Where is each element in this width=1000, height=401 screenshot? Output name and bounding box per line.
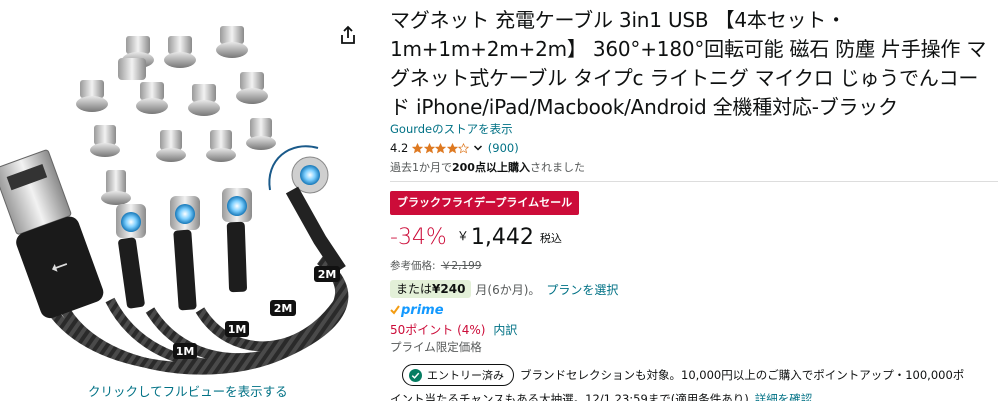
length-label-text: 1M — [228, 323, 247, 336]
installment-pill: または¥240 — [390, 280, 472, 298]
installment-prefix: または — [396, 282, 433, 296]
product-detail-pane: マグネット 充電ケーブル 3in1 USB 【4本セット・1m+1m+2m+2m… — [390, 0, 1000, 401]
rating-value: 4.2 — [390, 141, 409, 155]
installment-row: または¥240 月(6か月)。 プランを選択 — [390, 279, 618, 299]
promo-text-line1: ブランドセレクションも対象。10,000円以上のご購入でポイントアップ・100,… — [520, 368, 965, 382]
usb-a-plug: ⭠ — [0, 149, 104, 319]
share-button[interactable] — [336, 24, 360, 48]
prime-exclusive-price: プライム限定価格 — [390, 340, 482, 354]
entry-label: エントリー済み — [427, 369, 504, 382]
fullview-link[interactable]: クリックしてフルビューを表示する — [88, 381, 288, 400]
installment-term: 月(6か月)。 — [475, 282, 541, 297]
points-row: 50ポイント (4%) 内訳 — [390, 321, 517, 338]
length-label-text: 2M — [318, 268, 337, 281]
points-value: 50ポイント (4%) — [390, 323, 486, 337]
star-icon — [458, 142, 470, 153]
star-icon — [423, 142, 435, 153]
ref-label: 参考価格: — [390, 260, 436, 272]
length-label-4: 2M — [314, 266, 340, 282]
prime-logo-text: prime — [401, 302, 444, 318]
length-label-text: 1M — [176, 345, 195, 358]
check-circle-icon — [409, 368, 422, 382]
prime-check-icon — [390, 305, 400, 315]
installment-amount: ¥240 — [432, 282, 466, 296]
product-title: マグネット 充電ケーブル 3in1 USB 【4本セット・1m+1m+2m+2m… — [390, 8, 987, 119]
rating-row: 4.2 (900) — [390, 140, 519, 156]
bought-count: 過去1か月で200点以上購入されました — [390, 159, 585, 175]
rating-count-link[interactable]: (900) — [488, 141, 519, 155]
select-plan-link[interactable]: プランを選択 — [546, 281, 618, 298]
length-label-2: 1M — [225, 321, 249, 337]
points-detail-link[interactable]: 内訳 — [493, 323, 517, 337]
star-icon — [412, 142, 424, 153]
bought-prefix: 過去1か月で — [390, 161, 452, 174]
star-icon — [446, 142, 458, 153]
bought-bold: 200点以上購入 — [452, 161, 530, 174]
promo-text-line2: イント当たるチャンスもある大抽選。12/1 23:59まで(適用条件あり) 詳細を… — [390, 391, 812, 401]
bought-suffix: されました — [529, 161, 585, 174]
discount-percent: -34% — [390, 225, 447, 250]
star-rating[interactable] — [412, 142, 470, 154]
length-label-1: 1M — [173, 343, 197, 359]
promo-line2-text: イント当たるチャンスもある大抽選。12/1 23:59まで(適用条件あり) — [390, 392, 749, 401]
length-label-3: 2M — [270, 300, 296, 316]
chevron-down-icon[interactable] — [473, 143, 483, 153]
ref-price: ￥2,199 — [440, 260, 482, 272]
promo-detail-link[interactable]: 詳細を確認 — [755, 392, 813, 401]
prime-logo: prime — [390, 302, 444, 318]
connector-tips-col1 — [76, 36, 154, 205]
product-image[interactable]: ⭠ 1M 1M 2M 2M — [0, 0, 372, 380]
deal-badge: ブラックフライデープライムセール — [390, 191, 580, 215]
currency-symbol: ￥ — [456, 229, 469, 243]
product-image-pane: ⭠ 1M 1M 2M 2M クリックしてフルビューを表示する — [0, 0, 372, 401]
tax-label: 税込 — [539, 232, 562, 245]
reference-price: 参考価格: ￥2,199 — [390, 258, 481, 273]
price-row: -34% ￥ 1,442 税込 — [390, 223, 562, 257]
divider — [390, 181, 998, 182]
store-link[interactable]: Gourdeのストアを表示 — [390, 121, 513, 137]
share-icon — [341, 25, 355, 44]
length-label-text: 2M — [274, 302, 293, 315]
star-icon — [435, 142, 447, 153]
price-value: 1,442 — [470, 225, 534, 250]
entry-status-pill[interactable]: エントリー済み — [402, 364, 514, 386]
